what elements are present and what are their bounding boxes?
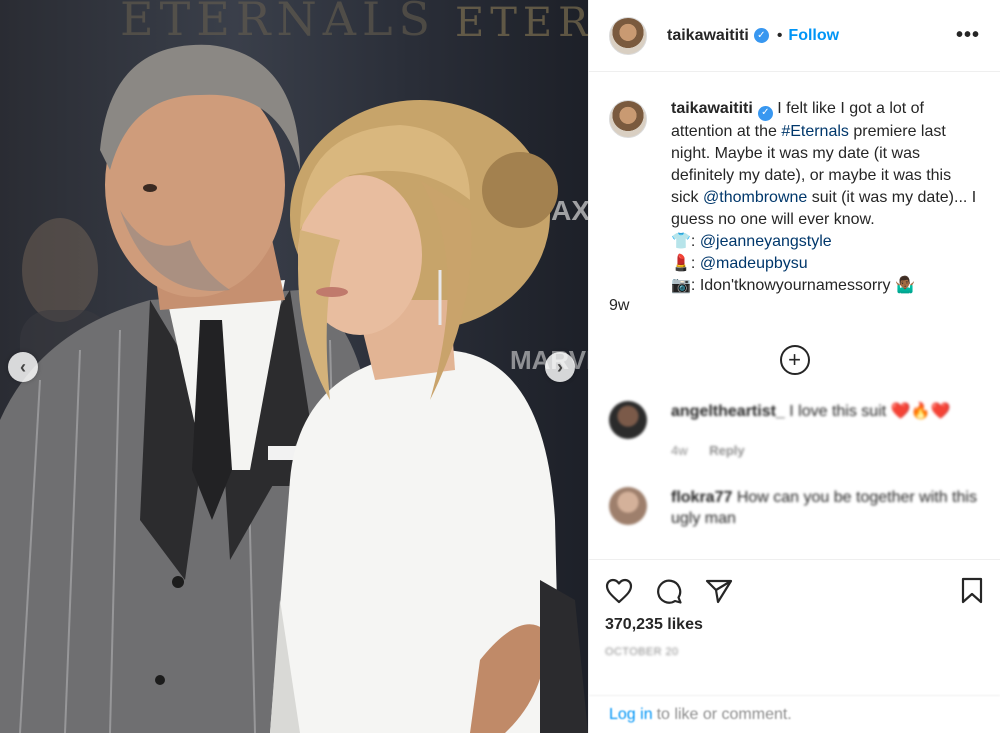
post-media[interactable]: ETERNALS ETER iMAX MARVEL bbox=[0, 0, 588, 733]
reply-button[interactable]: Reply bbox=[709, 443, 744, 458]
commenter-avatar[interactable] bbox=[609, 400, 647, 439]
caption-timestamp[interactable]: 9w bbox=[609, 297, 980, 315]
author-username[interactable]: taikawaititi bbox=[667, 27, 749, 45]
author-avatar[interactable] bbox=[609, 16, 647, 55]
caption-username[interactable]: taikawaititi bbox=[671, 100, 753, 117]
shirt-emoji: 👕 bbox=[671, 232, 691, 250]
comment-body: angeltheartist_ I love this suit ❤️🔥❤️ 4… bbox=[671, 401, 980, 461]
camera-emoji: 📷 bbox=[671, 276, 691, 294]
caption-shirt-sep: : bbox=[690, 232, 700, 250]
post-sidebar: taikawaititi ✓ • Follow ••• taikawaititi… bbox=[588, 0, 1000, 733]
login-prompt-text: to like or comment. bbox=[656, 705, 792, 723]
commenter-avatar[interactable] bbox=[609, 486, 647, 525]
chevron-right-icon: › bbox=[557, 357, 563, 377]
comment-item: flokra77 How can you be together with th… bbox=[609, 486, 980, 529]
instagram-post: ETERNALS ETER iMAX MARVEL bbox=[0, 0, 1000, 733]
load-more-comments-button[interactable]: + bbox=[779, 344, 810, 375]
share-icon bbox=[705, 579, 733, 604]
save-button[interactable] bbox=[948, 576, 984, 606]
verified-badge-icon: ✓ bbox=[753, 28, 769, 43]
hashtag-eternals-link[interactable]: #Eternals bbox=[781, 123, 849, 140]
likes-count[interactable]: 370,235 likes bbox=[605, 616, 984, 634]
share-button[interactable] bbox=[705, 576, 741, 606]
carousel-prev-button[interactable]: ‹ bbox=[8, 352, 38, 382]
heart-icon bbox=[605, 578, 633, 604]
shrug-emoji: 🤷🏾‍♂️ bbox=[894, 276, 915, 294]
mention-madeupbysu-link[interactable]: @madeupbysu bbox=[700, 255, 808, 272]
comment-body: flokra77 How can you be together with th… bbox=[671, 487, 980, 529]
comment-age: 4w bbox=[671, 442, 688, 458]
comment-meta: 4w Reply bbox=[671, 440, 980, 461]
caption-author-avatar[interactable] bbox=[609, 100, 647, 138]
chevron-left-icon: ‹ bbox=[20, 357, 26, 377]
login-prompt: Log in to like or comment. bbox=[589, 695, 1000, 733]
comment-icon bbox=[657, 579, 682, 604]
caption-verified-badge-icon: ✓ bbox=[757, 105, 773, 121]
action-bar bbox=[605, 574, 984, 608]
commenter-username[interactable]: flokra77 bbox=[671, 489, 732, 506]
caption-camera-text: : Idon'tknowyournamessorry bbox=[690, 276, 895, 294]
post-photo bbox=[0, 44, 588, 733]
carousel-next-button[interactable]: › bbox=[545, 352, 575, 382]
like-button[interactable] bbox=[605, 576, 641, 606]
login-link[interactable]: Log in bbox=[609, 706, 653, 724]
separator-dot: • bbox=[776, 26, 783, 44]
comment-text: I love this suit ❤️🔥❤️ bbox=[784, 402, 951, 420]
mention-jeanneyangstyle-link[interactable]: @jeanneyangstyle bbox=[700, 233, 832, 250]
bookmark-icon bbox=[961, 577, 983, 604]
post-date: OCTOBER 20 bbox=[605, 646, 679, 658]
follow-button[interactable]: Follow bbox=[788, 27, 839, 45]
mention-thombrowne-link[interactable]: @thombrowne bbox=[703, 189, 807, 206]
comment-item: angeltheartist_ I love this suit ❤️🔥❤️ 4… bbox=[609, 400, 980, 461]
caption-lipstick-sep: : bbox=[690, 254, 700, 272]
post-header: taikawaititi ✓ • Follow ••• bbox=[589, 0, 1000, 72]
commenter-username[interactable]: angeltheartist_ bbox=[671, 403, 785, 420]
post-caption: taikawaititi ✓ I felt like I got a lot of… bbox=[609, 98, 980, 297]
more-options-icon[interactable]: ••• bbox=[956, 24, 980, 47]
lipstick-emoji: 💄 bbox=[671, 254, 691, 272]
caption-text: taikawaititi ✓ I felt like I got a lot of… bbox=[671, 98, 980, 297]
comment-button[interactable] bbox=[655, 576, 691, 606]
post-actions-area: 370,235 likes OCTOBER 20 bbox=[589, 559, 1000, 695]
comments-section[interactable]: taikawaititi ✓ I felt like I got a lot of… bbox=[589, 72, 1000, 559]
